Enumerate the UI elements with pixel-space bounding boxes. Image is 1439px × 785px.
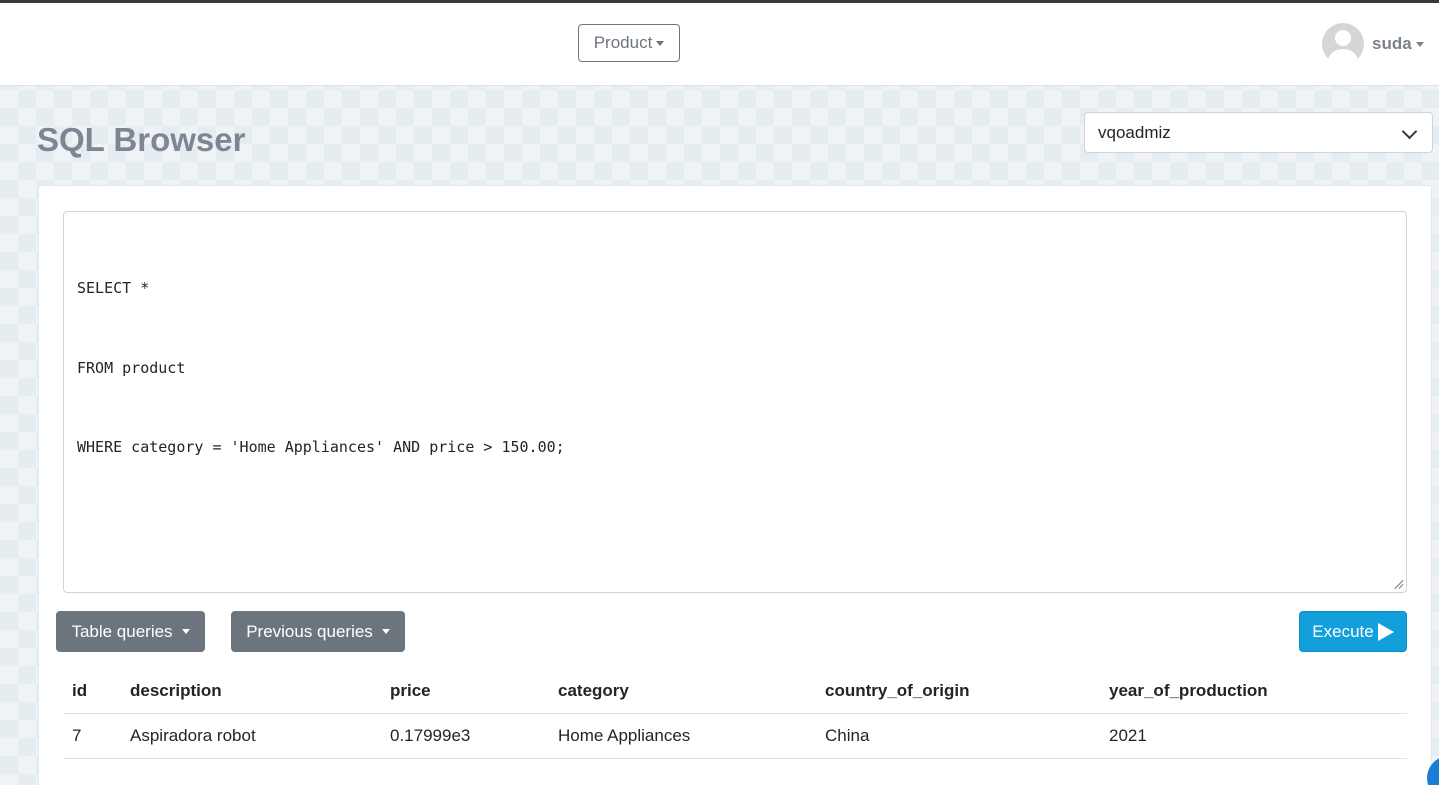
page-title: SQL Browser bbox=[37, 121, 246, 158]
caret-down-icon bbox=[1415, 41, 1424, 47]
caret-down-icon bbox=[381, 629, 390, 634]
user-menu[interactable]: suda bbox=[1322, 23, 1424, 65]
column-header-price: price bbox=[381, 669, 549, 714]
sql-editor[interactable]: SELECT * FROM product WHERE category = '… bbox=[63, 211, 1407, 593]
table-cell: 2021 bbox=[1100, 713, 1407, 759]
table-cell: 0.17999e3 bbox=[381, 713, 549, 759]
play-icon bbox=[1377, 622, 1394, 641]
product-menu-button[interactable]: Product bbox=[578, 24, 680, 62]
table-cell: Home Appliances bbox=[549, 713, 816, 759]
caret-down-icon bbox=[656, 40, 665, 46]
column-header-country-of-origin: country_of_origin bbox=[816, 669, 1100, 714]
previous-queries-button[interactable]: Previous queries bbox=[231, 611, 405, 652]
table-cell: China bbox=[816, 713, 1100, 759]
top-navbar: Product suda bbox=[0, 3, 1439, 86]
column-header-id: id bbox=[63, 669, 121, 714]
user-name: suda bbox=[1372, 34, 1412, 53]
table-queries-label: Table queries bbox=[71, 621, 173, 641]
sql-editor-line: SELECT * bbox=[77, 279, 150, 297]
previous-queries-label: Previous queries bbox=[246, 621, 373, 641]
resize-grip-icon[interactable] bbox=[1393, 579, 1403, 589]
table-header-row: id description price category country_of… bbox=[63, 669, 1407, 714]
database-select-value: vqoadmiz bbox=[1098, 122, 1171, 142]
column-header-year-of-production: year_of_production bbox=[1100, 669, 1407, 714]
caret-down-icon bbox=[181, 629, 190, 634]
table-cell: Aspiradora robot bbox=[121, 713, 381, 759]
execute-label: Execute bbox=[1312, 621, 1374, 641]
chevron-down-icon bbox=[1401, 123, 1418, 140]
column-header-category: category bbox=[549, 669, 816, 714]
results-table: id description price category country_of… bbox=[63, 669, 1407, 759]
sql-editor-line: FROM product bbox=[77, 358, 186, 377]
table-cell: 7 bbox=[63, 713, 121, 759]
sql-editor-line: WHERE category = 'Home Appliances' AND p… bbox=[77, 438, 565, 456]
execute-button[interactable]: Execute bbox=[1299, 611, 1407, 652]
column-header-description: description bbox=[121, 669, 381, 714]
table-row: 7 Aspiradora robot 0.17999e3 Home Applia… bbox=[63, 713, 1407, 759]
table-queries-button[interactable]: Table queries bbox=[56, 611, 205, 652]
database-select[interactable]: vqoadmiz bbox=[1084, 112, 1433, 153]
product-menu-label: Product bbox=[593, 33, 653, 52]
user-avatar-icon bbox=[1322, 23, 1364, 65]
